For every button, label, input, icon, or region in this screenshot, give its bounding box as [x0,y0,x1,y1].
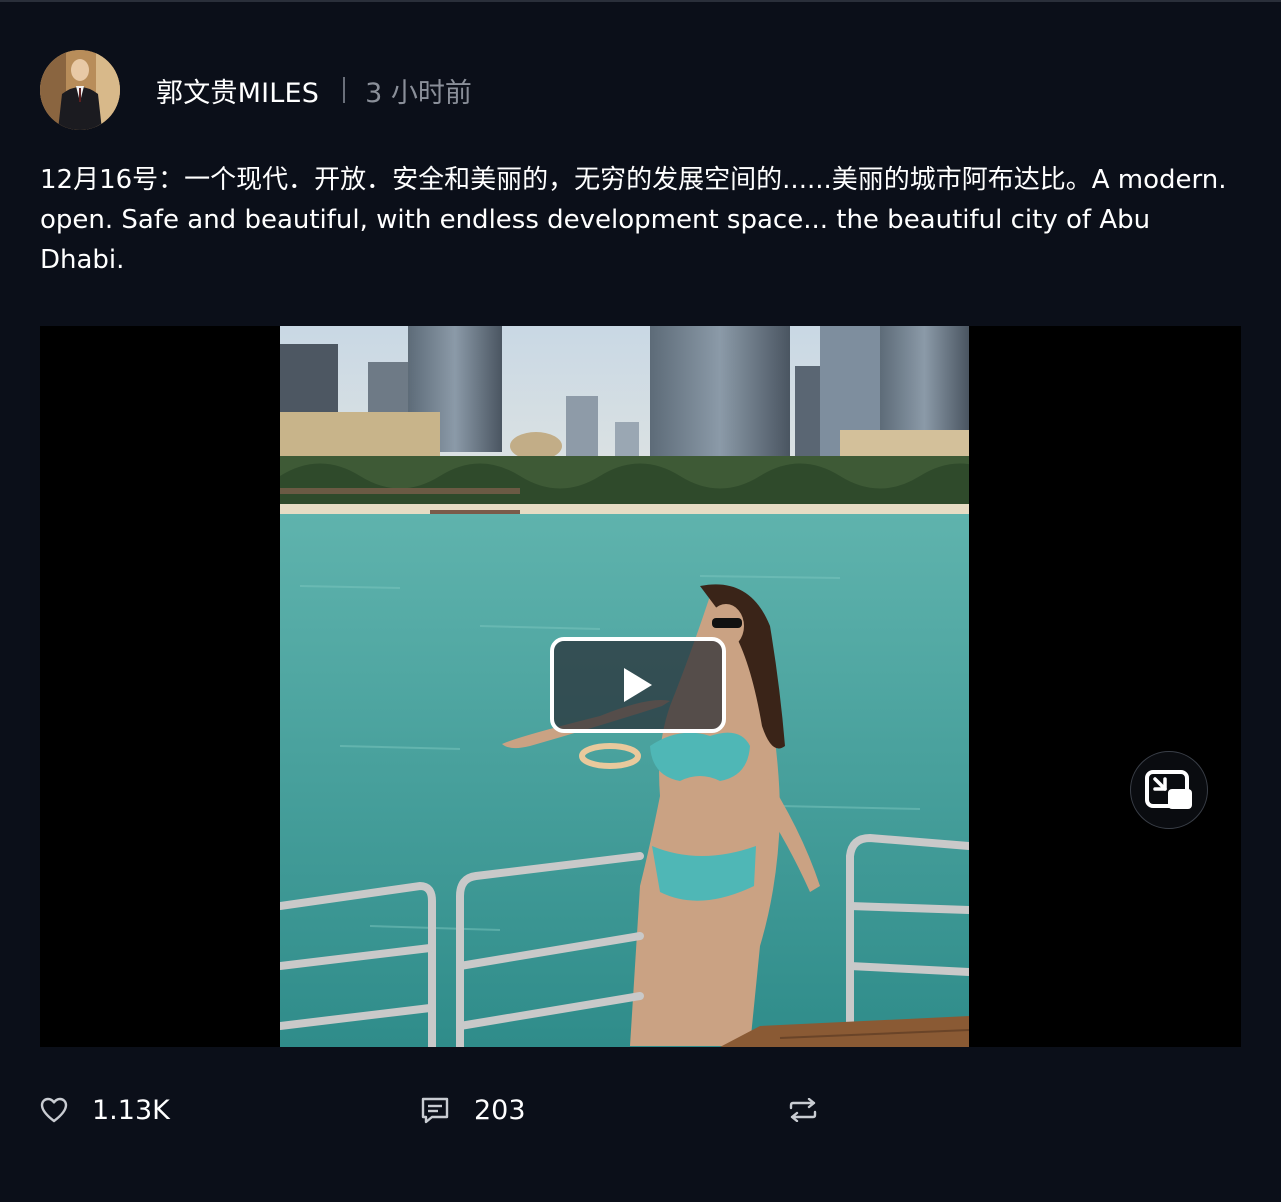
repost-icon [789,1098,817,1122]
post-actions: 1.13K 203 [40,1090,1240,1130]
comment-count: 203 [474,1094,526,1126]
play-icon [624,668,652,702]
picture-in-picture-icon [1145,770,1192,809]
header-separator [343,77,346,103]
comment-button[interactable]: 203 [420,1090,526,1130]
author-name[interactable]: 郭文贵MILES [156,71,319,110]
video-player[interactable] [40,326,1241,1047]
post-header: 郭文贵MILES 3 小时前 [40,50,472,130]
repost-button[interactable] [788,1090,818,1130]
post-timestamp: 3 小时前 [365,77,472,109]
like-button[interactable]: 1.13K [40,1090,170,1130]
top-divider [0,0,1281,2]
like-count: 1.13K [92,1094,170,1126]
play-button[interactable] [550,637,726,733]
heart-icon [40,1097,68,1123]
post-text: 12月16号：一个现代．开放．安全和美丽的，无穷的发展空间的......美丽的城… [40,165,1227,275]
comment-icon [421,1097,449,1124]
picture-in-picture-button[interactable] [1130,751,1208,829]
avatar[interactable] [40,50,120,130]
